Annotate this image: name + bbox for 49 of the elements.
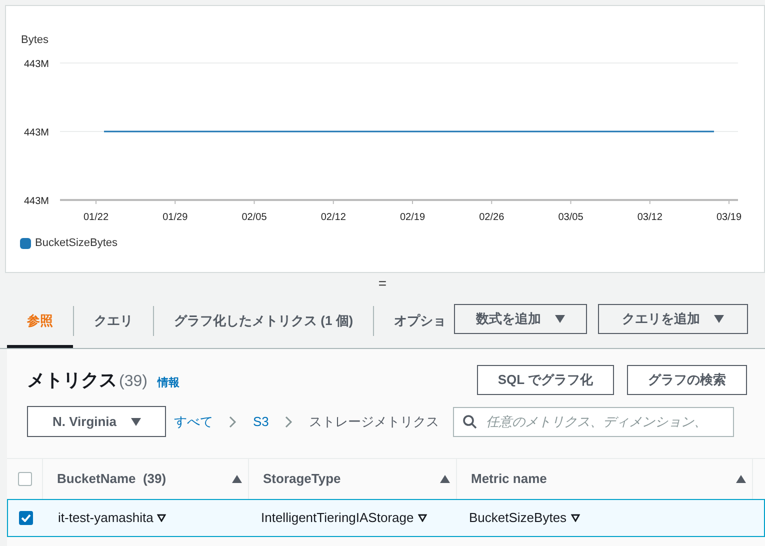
checkbox[interactable] [18,472,32,486]
chevron-icon [284,416,293,428]
column-header[interactable]: Metric name [471,469,547,489]
breadcrumb-link[interactable]: S3 [253,412,269,432]
tick-label: 03/12 [637,212,662,223]
resize-handle[interactable]: = [378,276,387,290]
sort-icon [232,475,242,483]
add-button[interactable]: クエリを追加 [598,304,748,334]
action-button[interactable]: SQL でグラフ化 [476,365,614,395]
tick-label: 02/19 [400,212,426,223]
tab[interactable]: オプショ [374,293,446,348]
filter-icon [157,514,166,522]
tick-label: 02/26 [479,212,504,223]
table-row[interactable]: it-test-yamashita IntelligentTieringIAStorage BucketSizeBytes [7,499,765,537]
section-title: メトリクス [27,368,117,392]
filter-icon [418,514,427,522]
breadcrumb-link[interactable]: すべて [174,412,213,432]
chevron-icon [229,416,237,428]
add-button[interactable]: 数式を追加 [454,304,587,334]
tick-label: 01/29 [162,212,188,223]
tick-label: 02/12 [320,212,346,223]
tab[interactable]: クエリ [74,293,153,348]
caret-icon [130,418,141,426]
item-count: (39) [119,372,148,392]
tab[interactable]: グラフ化したメトリクス (1 個) [154,293,374,348]
legend-label: BucketSizeBytes [35,236,118,251]
column-header[interactable]: BucketName (39) [57,469,166,489]
checkbox[interactable] [19,511,33,525]
table-cell-text: BucketSizeBytes [469,509,567,528]
search-icon [462,414,477,428]
search-field[interactable]: 任意のメトリクス、ディメンション、 [452,406,734,436]
tick-label: 443M [24,59,49,70]
tick-label: 01/22 [83,212,109,223]
info-link[interactable]: 情報 [157,374,180,391]
sort-icon [736,475,746,483]
region-dropdown[interactable]: N. Virginia [27,406,166,437]
action-button[interactable]: グラフの検索 [627,365,747,395]
tick-label: 03/05 [558,212,584,223]
column-header[interactable]: StorageType [263,469,341,489]
axis-label: Bytes [21,34,49,46]
tick-label: 03/19 [716,212,742,223]
tick-label: 02/05 [242,212,267,223]
breadcrumb-current: ストレージメトリクス [308,412,439,431]
tick-label: 443M [24,128,49,138]
sort-icon [440,475,450,483]
filter-icon [570,514,580,522]
tick-label: 443M [24,196,49,207]
table-cell-text: IntelligentTieringIAStorage [261,509,414,528]
table-cell-text: it-test-yamashita [58,509,154,528]
